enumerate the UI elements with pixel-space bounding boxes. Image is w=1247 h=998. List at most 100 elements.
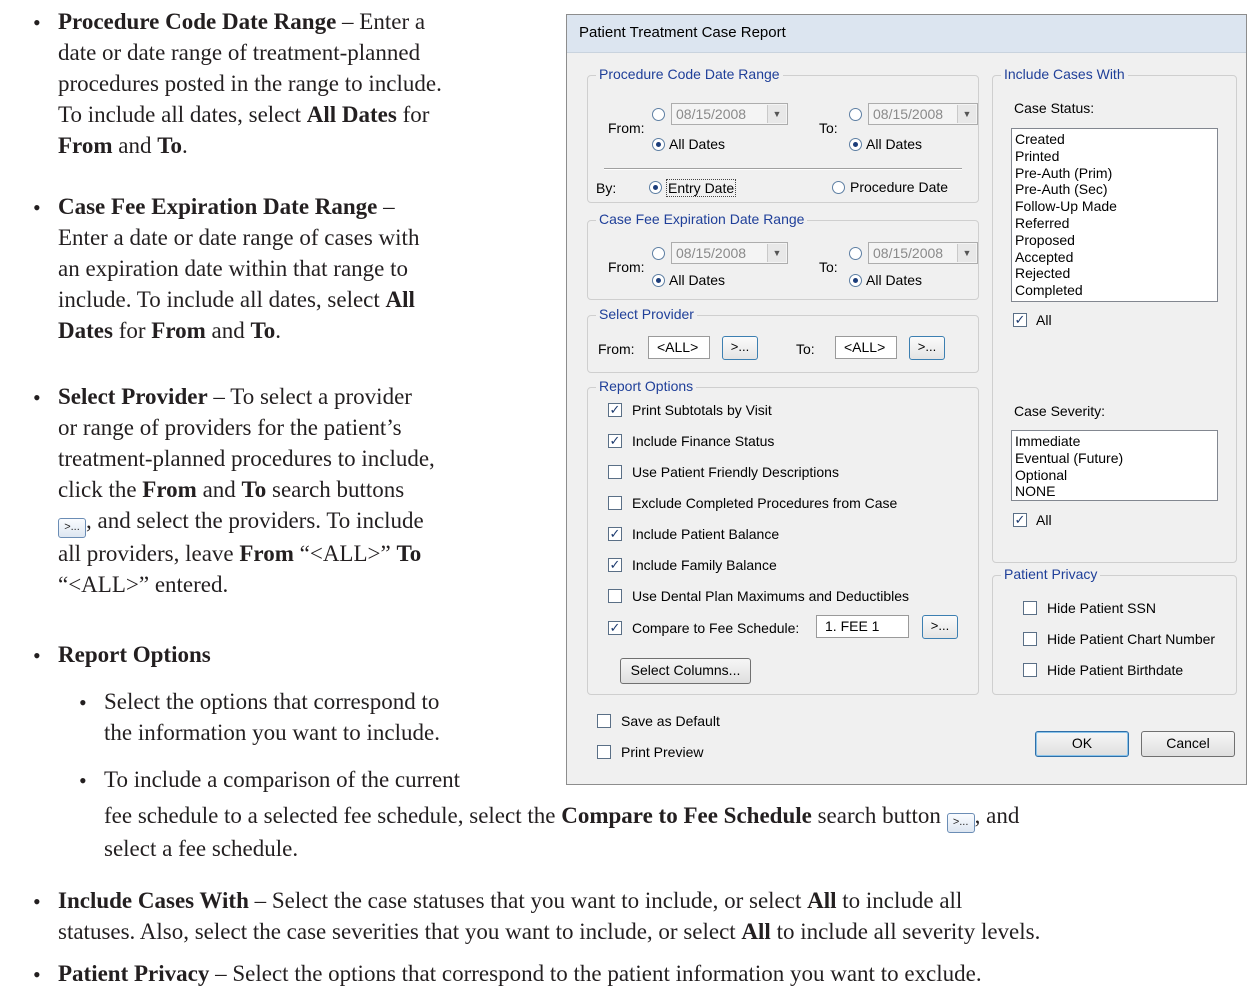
save-as-default-label: Save as Default (621, 713, 720, 729)
procedure-date-radio[interactable] (832, 181, 845, 194)
dialog-title: Patient Treatment Case Report (579, 24, 786, 41)
list-item[interactable]: Pre-Auth (Sec) (1015, 181, 1214, 198)
select-columns-button[interactable]: Select Columns... (620, 658, 751, 684)
include-patient-balance-label: Include Patient Balance (632, 526, 780, 542)
fee-to-all-dates-label: All Dates (866, 272, 923, 288)
all-statuses-checkbox[interactable]: ✓ (1013, 313, 1027, 327)
fee-from-all-dates-radio[interactable] (652, 274, 665, 287)
fee-schedule-search-button[interactable]: >... (922, 615, 958, 639)
doc-item-include-cases: Include Cases With – Select the case sta… (58, 888, 1041, 944)
bullet: • (33, 195, 41, 220)
list-item[interactable]: Immediate (1015, 433, 1214, 450)
provider-to-field[interactable]: <ALL> (835, 336, 897, 359)
list-item[interactable]: Optional (1015, 467, 1214, 484)
list-item[interactable]: Rejected (1015, 265, 1214, 282)
fee-expiration-range-group: Case Fee Expiration Date Range From: 08/… (587, 211, 979, 300)
bullet: • (33, 385, 41, 410)
from-date-picker[interactable]: 08/15/2008 ▼ (671, 103, 788, 125)
from-date-radio[interactable] (652, 108, 665, 121)
all-severities-checkbox[interactable]: ✓ (1013, 513, 1027, 527)
hide-chart-number-checkbox[interactable] (1023, 632, 1037, 646)
from-all-dates-radio[interactable] (652, 138, 665, 151)
bullet: • (33, 962, 41, 987)
include-finance-status-checkbox[interactable]: ✓ (608, 434, 622, 448)
cancel-button[interactable]: Cancel (1141, 731, 1235, 757)
list-item[interactable]: Proposed (1015, 232, 1214, 249)
list-item[interactable]: Printed (1015, 148, 1214, 165)
by-label: By: (596, 180, 617, 196)
bullet: • (33, 10, 41, 35)
compare-fee-schedule-checkbox[interactable]: ✓ (608, 621, 622, 635)
doc-subitem-compare-fee: To include a comparison of the current (104, 767, 461, 792)
dropdown-arrow-icon: ▼ (957, 244, 976, 262)
doc-item-patient-privacy: Patient Privacy – Select the options tha… (58, 961, 982, 986)
include-cases-group: Include Cases With Case Status: Created … (992, 66, 1237, 563)
exclude-completed-label: Exclude Completed Procedures from Case (632, 495, 898, 511)
report-options-group: Report Options ✓ Print Subtotals by Visi… (587, 378, 979, 695)
to-label: To: (819, 259, 838, 275)
compare-fee-schedule-label: Compare to Fee Schedule: (632, 620, 800, 636)
dropdown-arrow-icon: ▼ (767, 105, 786, 123)
report-dialog: Patient Treatment Case Report Procedure … (566, 14, 1247, 785)
list-item[interactable]: Created (1015, 131, 1214, 148)
procedure-date-range-legend: Procedure Code Date Range (596, 66, 783, 82)
include-patient-balance-checkbox[interactable]: ✓ (608, 527, 622, 541)
print-preview-checkbox[interactable] (597, 745, 611, 759)
list-item[interactable]: NONE (1015, 483, 1214, 500)
case-status-list[interactable]: Created Printed Pre-Auth (Prim) Pre-Auth… (1011, 128, 1218, 302)
to-date-picker[interactable]: 08/15/2008 ▼ (868, 103, 978, 125)
list-item[interactable]: Referred (1015, 215, 1214, 232)
fee-to-date-picker[interactable]: 08/15/2008 ▼ (868, 242, 978, 264)
case-severity-list[interactable]: Immediate Eventual (Future) Optional NON… (1011, 430, 1218, 501)
patient-friendly-descriptions-checkbox[interactable] (608, 465, 622, 479)
ok-button[interactable]: OK (1035, 731, 1129, 757)
fee-from-date-picker[interactable]: 08/15/2008 ▼ (671, 242, 788, 264)
dropdown-arrow-icon: ▼ (957, 105, 976, 123)
provider-from-field[interactable]: <ALL> (648, 336, 710, 359)
report-options-legend: Report Options (596, 378, 697, 394)
hide-birthdate-label: Hide Patient Birthdate (1047, 662, 1184, 678)
list-item[interactable]: Pre-Auth (Prim) (1015, 165, 1214, 182)
include-cases-legend: Include Cases With (1001, 66, 1128, 82)
provider-to-search-button[interactable]: >... (909, 336, 945, 360)
entry-date-radio[interactable] (649, 181, 662, 194)
fee-schedule-field[interactable]: 1. FEE 1 (816, 615, 909, 638)
dental-plan-maximums-checkbox[interactable] (608, 589, 622, 603)
procedure-date-label: Procedure Date (850, 179, 949, 195)
fee-from-date-radio[interactable] (652, 247, 665, 260)
bullet: • (33, 889, 41, 914)
include-family-balance-checkbox[interactable]: ✓ (608, 558, 622, 572)
dialog-titlebar: Patient Treatment Case Report (567, 15, 1246, 53)
patient-privacy-legend: Patient Privacy (1001, 566, 1101, 582)
save-as-default-checkbox[interactable] (597, 714, 611, 728)
case-severity-label: Case Severity: (1014, 403, 1106, 419)
select-provider-legend: Select Provider (596, 306, 697, 322)
from-all-dates-label: All Dates (669, 136, 726, 152)
dental-plan-maximums-label: Use Dental Plan Maximums and Deductibles (632, 588, 910, 604)
divider (604, 168, 962, 170)
hide-ssn-label: Hide Patient SSN (1047, 600, 1156, 616)
hide-chart-number-label: Hide Patient Chart Number (1047, 631, 1216, 647)
hide-ssn-checkbox[interactable] (1023, 601, 1037, 615)
patient-friendly-descriptions-label: Use Patient Friendly Descriptions (632, 464, 839, 480)
fee-to-date-radio[interactable] (849, 247, 862, 260)
doc-subitem-compare-fee-cont: fee schedule to a selected fee schedule,… (104, 803, 1020, 861)
list-item[interactable]: Completed (1015, 282, 1214, 299)
list-item[interactable]: Accepted (1015, 249, 1214, 266)
case-status-label: Case Status: (1014, 100, 1095, 116)
provider-from-search-button[interactable]: >... (722, 336, 758, 360)
print-subtotals-label: Print Subtotals by Visit (632, 402, 772, 418)
doc-item-select-provider: Select Provider – To select a provider o… (58, 384, 435, 597)
to-all-dates-radio[interactable] (849, 138, 862, 151)
bullet: • (33, 643, 41, 668)
exclude-completed-checkbox[interactable] (608, 496, 622, 510)
print-subtotals-checkbox[interactable]: ✓ (608, 403, 622, 417)
hide-birthdate-checkbox[interactable] (1023, 663, 1037, 677)
list-item[interactable]: Eventual (Future) (1015, 450, 1214, 467)
procedure-date-range-group: Procedure Code Date Range From: 08/15/20… (587, 66, 979, 203)
list-item[interactable]: Follow-Up Made (1015, 198, 1214, 215)
bullet: • (79, 690, 87, 715)
to-date-radio[interactable] (849, 108, 862, 121)
fee-to-all-dates-radio[interactable] (849, 274, 862, 287)
to-label: To: (819, 120, 838, 136)
